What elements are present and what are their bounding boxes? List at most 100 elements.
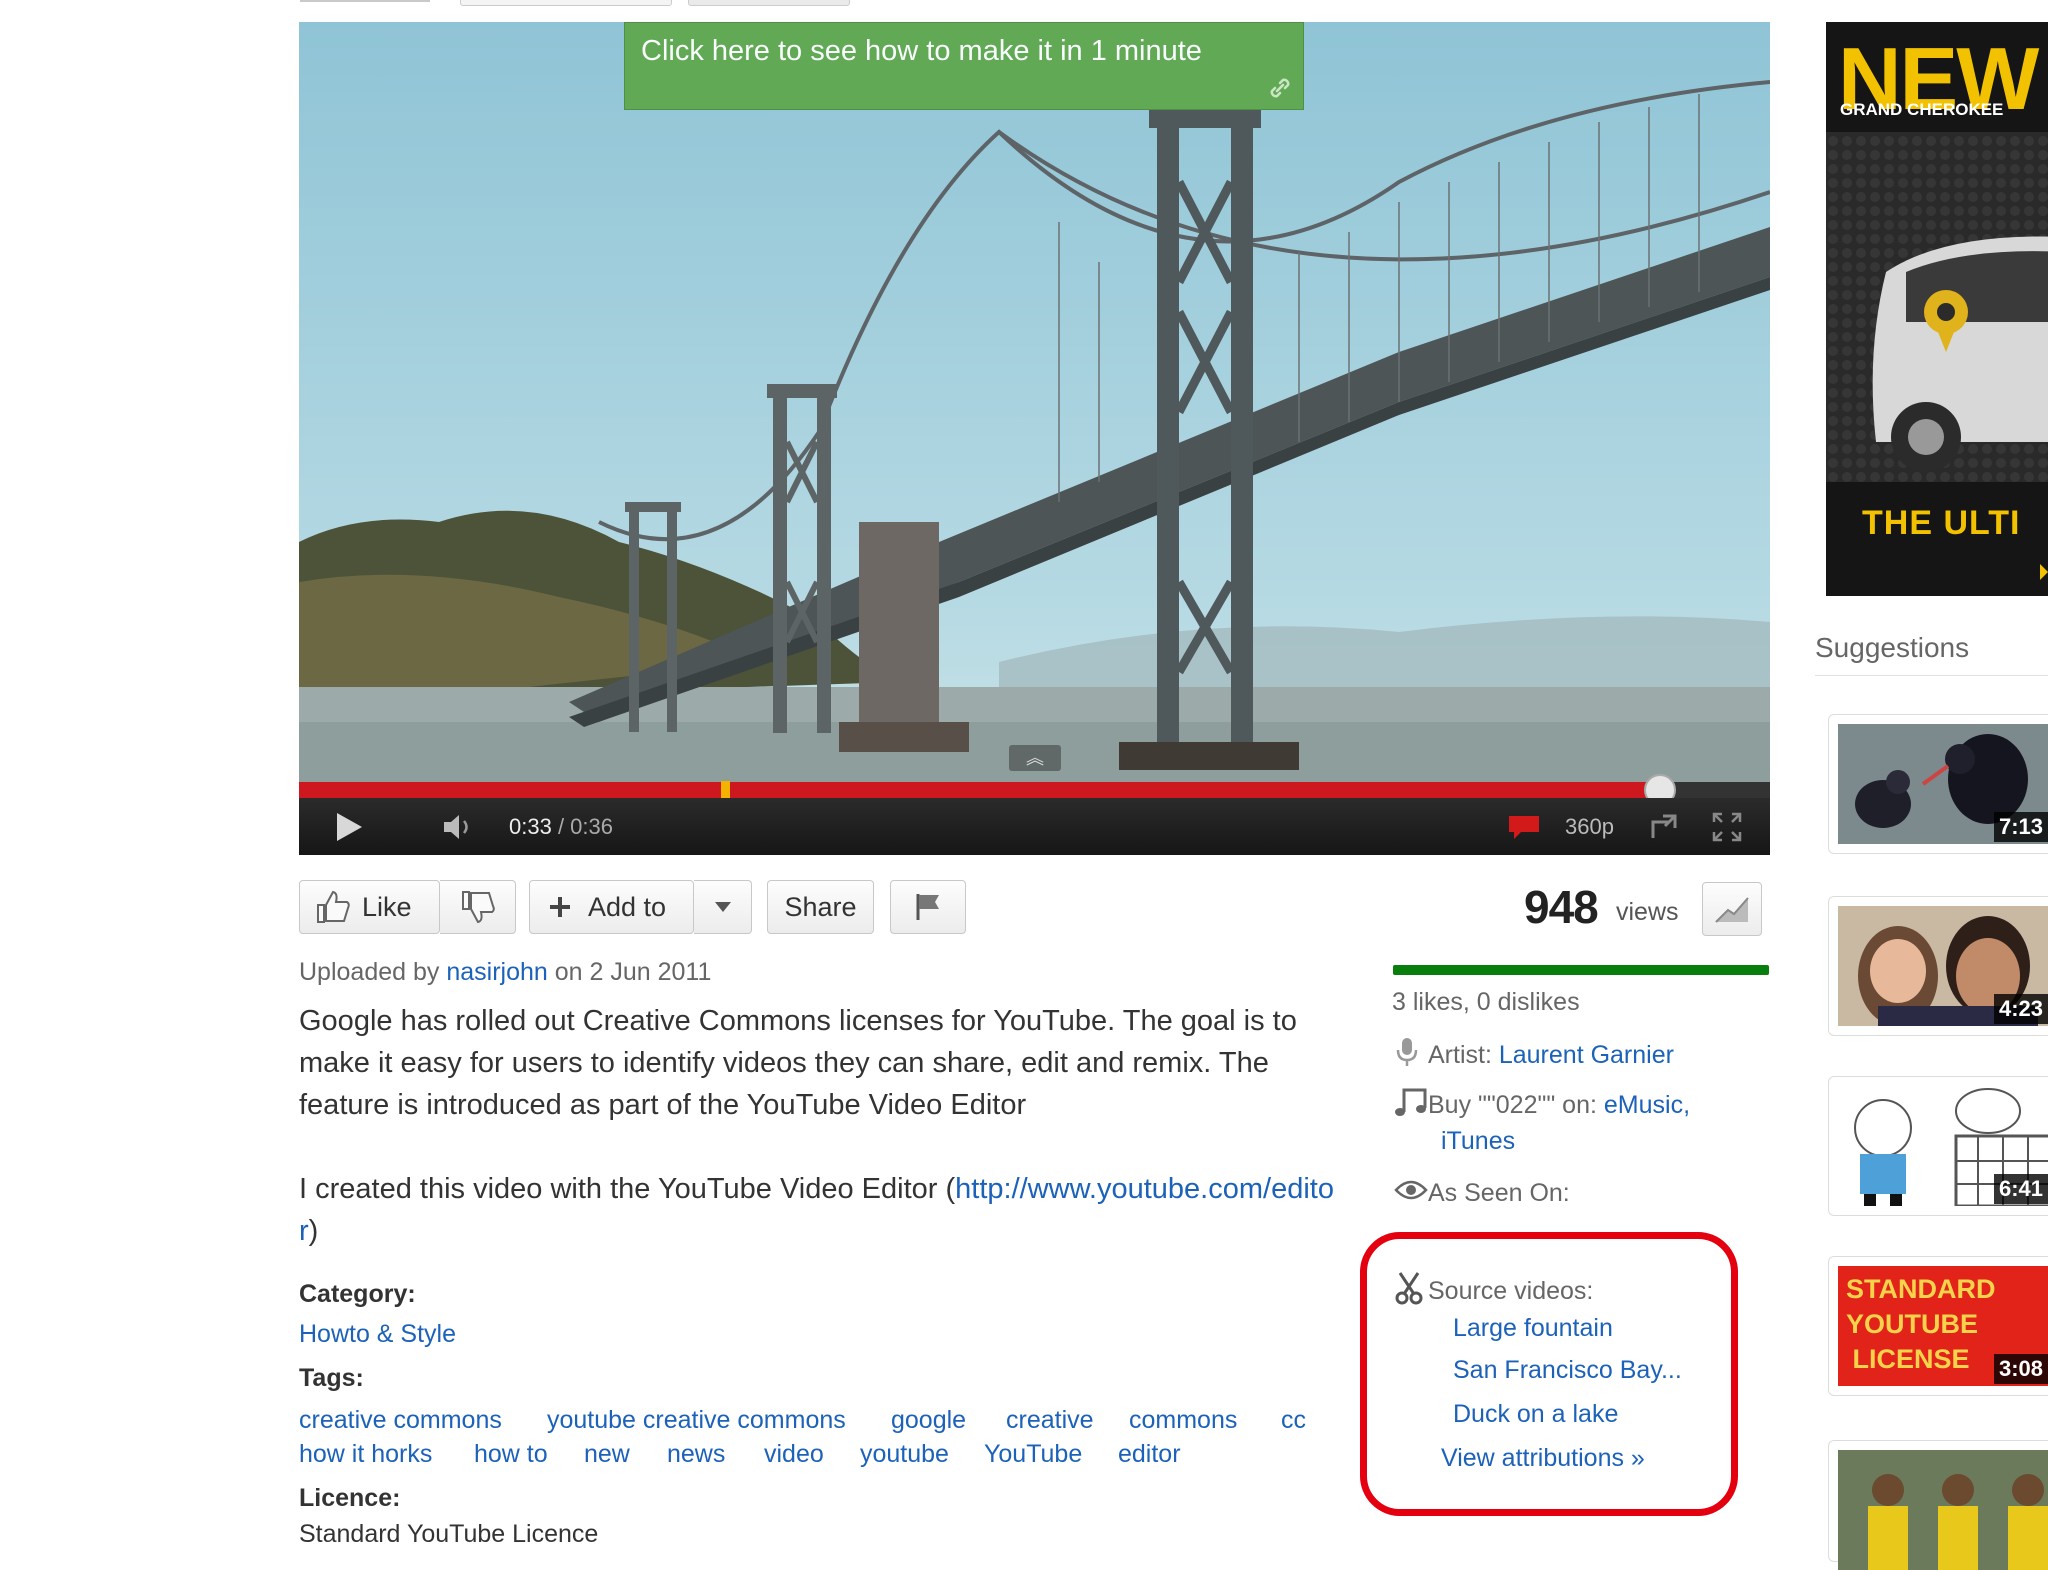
collapse-annotations-button[interactable]: ︽ <box>1009 745 1061 771</box>
suggestion-item[interactable]: 6:41 <box>1828 1076 2048 1216</box>
microphone-icon <box>1396 1038 1418 1066</box>
quality-selector[interactable]: 360p <box>1565 798 1614 855</box>
time-separator: / <box>551 814 571 839</box>
time-current: 0:33 <box>509 814 552 839</box>
description-p2-prefix: I created this video with the YouTube Vi… <box>299 1173 956 1205</box>
time-duration: 0:36 <box>570 814 613 839</box>
upload-info: Uploaded by nasirjohn on 2 Jun 2011 <box>299 958 711 987</box>
tag-link[interactable]: new <box>584 1440 630 1469</box>
itunes-link[interactable]: iTunes <box>1441 1127 1515 1156</box>
artist-row: Artist: Laurent Garnier <box>1394 1036 1674 1075</box>
description-paragraph-1: Google has rolled out Creative Commons l… <box>299 1005 1297 1121</box>
suggestion-thumb-text: STANDARD YOUTUBE LICENSE <box>1846 1274 1996 1374</box>
views-label: views <box>1616 898 1679 926</box>
category-link[interactable]: Howto & Style <box>299 1320 456 1349</box>
ad-subheadline: GRAND CHEROKEE <box>1840 100 2004 119</box>
popout-button[interactable] <box>1639 798 1689 855</box>
suggestion-item[interactable]: 4:23 <box>1828 896 2048 1036</box>
likes-dislikes-count: 3 likes, 0 dislikes <box>1392 988 1580 1016</box>
as-seen-on-label: As Seen On: <box>1428 1179 1570 1207</box>
advertisement[interactable]: NEW GRAND CHEROKEE THE ULTI <box>1826 22 2048 596</box>
source-video-link[interactable]: Large fountain <box>1453 1314 1613 1343</box>
suggestion-thumbnail[interactable]: 4:23 <box>1838 906 2048 1026</box>
ad-tagline: THE ULTI <box>1862 504 2021 542</box>
tag-link[interactable]: youtube creative commons <box>547 1406 846 1435</box>
licence-label: Licence: <box>299 1484 401 1512</box>
suggestion-duration: 7:13 <box>1993 812 2048 842</box>
suggestion-duration: 6:41 <box>1993 1174 2048 1204</box>
thumbs-down-icon <box>461 891 495 924</box>
volume-button[interactable] <box>429 798 489 855</box>
like-button[interactable]: Like <box>299 880 440 934</box>
suggestion-duration: 4:23 <box>1993 994 2048 1024</box>
video-player[interactable]: Click here to see how to make it in 1 mi… <box>299 22 1770 855</box>
description-paragraph-2: I created this video with the YouTube Vi… <box>299 1168 1339 1252</box>
suggestion-thumbnail[interactable]: 6:41 <box>1838 1086 2048 1206</box>
category-label: Category: <box>299 1280 416 1308</box>
suggestion-thumbnail[interactable]: 7:13 <box>1838 724 2048 844</box>
plus-icon <box>550 897 570 917</box>
tag-link[interactable]: video <box>764 1440 824 1469</box>
upload-date: on 2 Jun 2011 <box>547 958 712 986</box>
tag-link[interactable]: cc <box>1281 1406 1306 1435</box>
suggestion-thumbnail[interactable]: STANDARD YOUTUBE LICENSE 3:08 <box>1838 1266 2048 1386</box>
uploader-link[interactable]: nasirjohn <box>446 958 547 986</box>
fullscreen-icon <box>1712 812 1742 841</box>
source-video-link[interactable]: San Francisco Bay... <box>1453 1356 1682 1385</box>
tag-link[interactable]: YouTube <box>984 1440 1082 1469</box>
play-button[interactable] <box>319 798 379 855</box>
share-label: Share <box>784 891 857 922</box>
fullscreen-button[interactable] <box>1699 798 1755 855</box>
add-to-dropdown-button[interactable] <box>694 880 752 934</box>
suggestions-header: Suggestions <box>1815 632 1970 663</box>
suggestion-item[interactable]: 7:13 <box>1828 714 2048 854</box>
source-videos-row: Source videos: <box>1394 1271 1593 1312</box>
annotation-link[interactable]: Click here to see how to make it in 1 mi… <box>624 22 1304 110</box>
tag-link[interactable]: commons <box>1129 1406 1237 1435</box>
tags-label: Tags: <box>299 1364 364 1392</box>
header-button-remnant[interactable] <box>688 0 850 6</box>
flag-button[interactable] <box>890 880 966 934</box>
link-icon <box>1270 78 1290 98</box>
speaker-icon <box>444 814 468 839</box>
play-icon <box>337 812 362 841</box>
upload-prefix: Uploaded by <box>299 958 447 986</box>
music-note-icon <box>1395 1088 1427 1116</box>
source-video-link[interactable]: Duck on a lake <box>1453 1400 1618 1429</box>
speech-bubble-icon <box>1509 815 1539 839</box>
captions-button[interactable] <box>1499 798 1549 855</box>
stats-button[interactable] <box>1702 882 1762 936</box>
add-to-button[interactable]: Add to <box>529 880 694 934</box>
tag-link[interactable]: google <box>891 1406 966 1435</box>
annotation-marker <box>721 781 730 798</box>
tag-link[interactable]: how to <box>474 1440 548 1469</box>
tag-link[interactable]: creative commons <box>299 1406 502 1435</box>
tag-link[interactable]: how it horks <box>299 1440 432 1469</box>
player-controls: 0:33 / 0:36 360p <box>299 798 1770 855</box>
share-button[interactable]: Share <box>767 880 874 934</box>
tag-link[interactable]: editor <box>1118 1440 1181 1469</box>
emusic-link[interactable]: eMusic, <box>1604 1091 1690 1119</box>
suggestion-thumbnail[interactable] <box>1838 1450 2048 1570</box>
suggestions-divider <box>1815 675 2048 676</box>
like-ratio-bar <box>1393 965 1769 975</box>
progress-played <box>299 782 1660 798</box>
thumbs-up-icon <box>317 890 350 923</box>
suggestion-item[interactable]: STANDARD YOUTUBE LICENSE 3:08 <box>1828 1256 2048 1396</box>
tag-link[interactable]: youtube <box>860 1440 949 1469</box>
suggestion-duration: 3:08 <box>1993 1354 2048 1384</box>
header-input-remnant[interactable] <box>460 0 672 6</box>
eye-icon <box>1394 1180 1428 1200</box>
artist-label: Artist: <box>1428 1041 1499 1069</box>
chevron-down-icon <box>714 902 731 912</box>
like-label: Like <box>362 891 412 922</box>
tag-link[interactable]: news <box>667 1440 725 1469</box>
as-seen-on-row: As Seen On: <box>1394 1178 1570 1209</box>
dislike-button[interactable] <box>440 880 516 934</box>
artist-link[interactable]: Laurent Garnier <box>1499 1041 1674 1069</box>
tag-link[interactable]: creative <box>1006 1406 1094 1435</box>
video-frame[interactable] <box>299 22 1770 782</box>
suggestion-item[interactable] <box>1828 1440 2048 1570</box>
view-attributions-link[interactable]: View attributions » <box>1441 1444 1645 1473</box>
view-count: 948 <box>1524 881 1599 933</box>
